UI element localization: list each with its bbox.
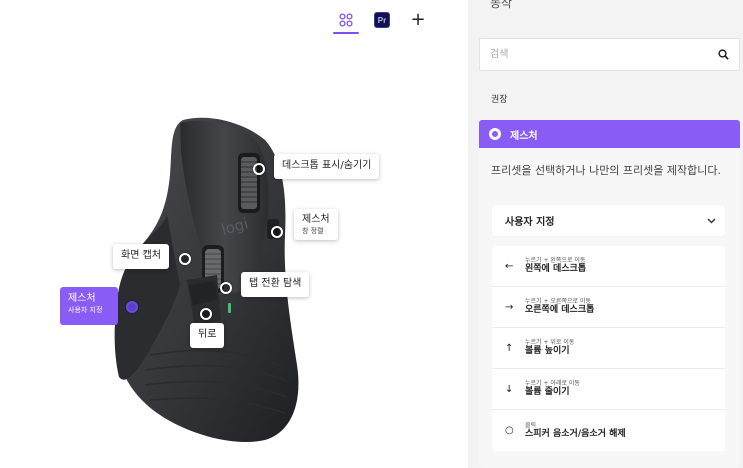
back-hotspot[interactable] [200, 308, 212, 320]
desktop-toggle-label: 데스크톱 표시/숨기기 [282, 160, 372, 171]
list-item[interactable]: → 누르기 + 오른쪽으로 이동 오른쪽에 데스크톱 [492, 287, 725, 328]
gesture-button-hotspot[interactable] [126, 301, 138, 313]
desktop-toggle-callout[interactable]: 데스크톱 표시/숨기기 [274, 154, 380, 179]
arrow-down-icon: ↓ [505, 383, 514, 395]
app-tabs: Pr + [333, 8, 431, 34]
gesture-card-title: 제스처 [510, 130, 538, 142]
search-input[interactable] [480, 39, 700, 70]
grid-icon [339, 13, 353, 27]
list-item[interactable]: ↑ 누르기 + 위로 이동 볼륨 높이기 [492, 328, 725, 369]
device-canvas: Pr + logi 데스크톱 표시/숨기기 제스처 창 정렬 화면 캡처 탭 전… [0, 0, 468, 468]
radio-selected-icon [489, 128, 501, 140]
search-box [479, 38, 740, 71]
action-label: 볼륨 높이기 [525, 346, 570, 357]
action-label: 스피커 음소거/음소거 해제 [525, 428, 626, 439]
arrow-right-icon: → [505, 301, 514, 313]
gesture-custom-sublabel: 사용자 지정 [68, 305, 103, 314]
gesture-custom-label: 제스처 [68, 293, 96, 304]
desktop-toggle-hotspot[interactable] [253, 163, 265, 175]
gesture-custom-callout[interactable]: 제스처 사용자 지정 [60, 287, 118, 325]
gesture-top-label: 제스처 [302, 214, 330, 225]
arrow-left-icon: ← [505, 260, 514, 272]
tab-switch-label: 탭 전환 탐색 [249, 278, 302, 289]
list-item[interactable]: ← 누르기 + 왼쪽으로 이동 왼쪽에 데스크톱 [492, 246, 725, 287]
tab-switch-callout[interactable]: 탭 전환 탐색 [241, 272, 310, 297]
tab-switch-hotspot[interactable] [220, 282, 232, 294]
gesture-card-header[interactable]: 제스처 [479, 120, 740, 148]
circle-icon: ○ [505, 425, 514, 436]
back-callout[interactable]: 뒤로 [190, 323, 225, 348]
search-icon[interactable] [718, 49, 729, 60]
preset-select[interactable]: 사용자 지정 [492, 205, 725, 236]
premiere-pro-icon: Pr [374, 12, 390, 28]
premiere-pro-tab[interactable]: Pr [369, 8, 395, 32]
preset-select-value: 사용자 지정 [505, 217, 555, 228]
action-hint: 클릭 [525, 421, 537, 429]
action-label: 오른쪽에 데스크톱 [525, 305, 595, 316]
panel-title: 동작 [490, 0, 513, 10]
chevron-down-icon [707, 218, 716, 223]
gesture-top-callout[interactable]: 제스처 창 정렬 [294, 209, 338, 241]
plus-icon: + [410, 9, 426, 30]
list-item[interactable]: ↓ 누르기 + 아래로 이동 볼륨 줄이기 [492, 369, 725, 410]
add-app-button[interactable]: + [405, 8, 431, 32]
screen-capture-label: 화면 캡처 [121, 250, 161, 261]
gesture-top-sublabel: 창 정렬 [302, 226, 324, 235]
list-item[interactable]: ○ 클릭 스피커 음소거/음소거 해제 [492, 410, 725, 451]
section-label: 권장 [491, 95, 508, 105]
action-label: 왼쪽에 데스크톱 [525, 264, 587, 275]
gesture-actions-list: ← 누르기 + 왼쪽으로 이동 왼쪽에 데스크톱 → 누르기 + 오른쪽으로 이동… [492, 246, 725, 451]
gesture-top-hotspot[interactable] [271, 226, 283, 238]
screen-capture-callout[interactable]: 화면 캡처 [113, 244, 169, 269]
action-label: 볼륨 줄이기 [525, 387, 570, 398]
gesture-card: 제스처 프리셋을 선택하거나 나만의 프리셋을 제작합니다. 사용자 지정 ← … [479, 120, 740, 468]
all-apps-tab[interactable] [333, 8, 359, 34]
back-label: 뒤로 [198, 329, 217, 340]
screen-capture-hotspot[interactable] [179, 253, 191, 265]
arrow-up-icon: ↑ [505, 342, 514, 354]
